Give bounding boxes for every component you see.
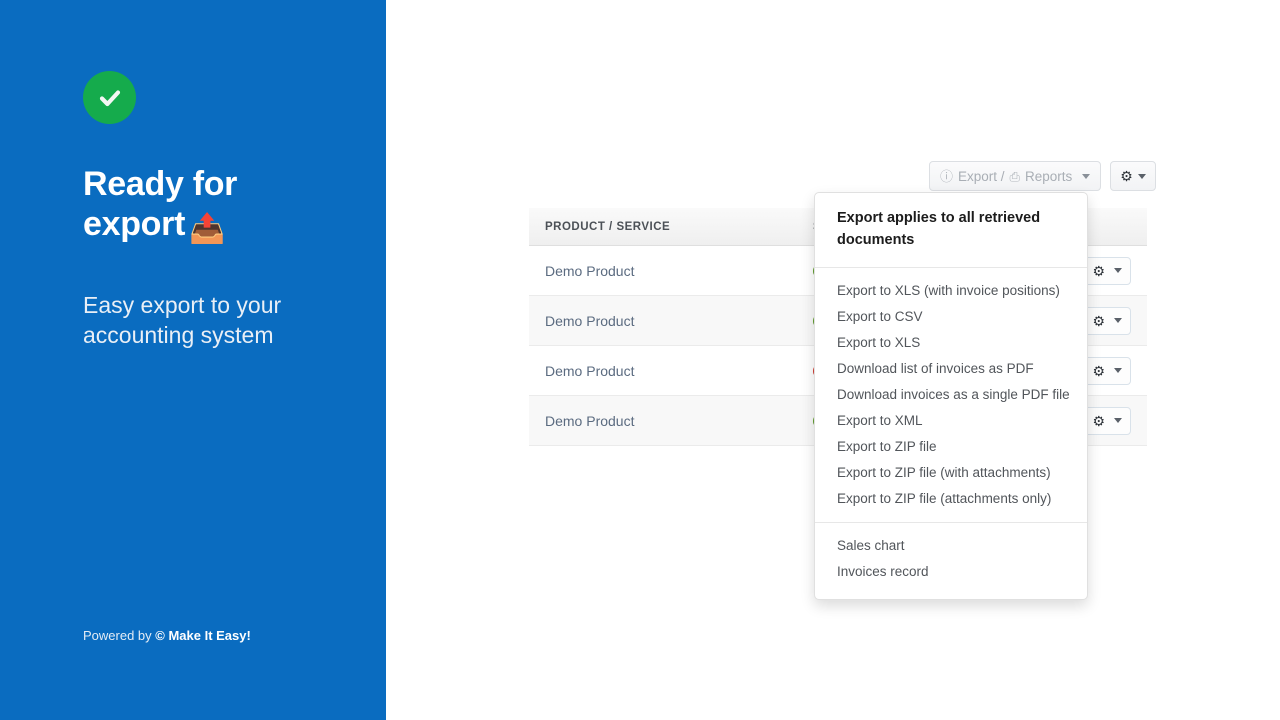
cell-actions: ⚙: [1083, 407, 1131, 435]
outbox-tray-icon: 📤: [189, 213, 225, 245]
chevron-down-icon: [1138, 174, 1146, 179]
dropdown-report-items: Sales chart Invoices record: [815, 523, 1087, 599]
cell-actions: ⚙: [1083, 257, 1131, 285]
export-label: Export /: [958, 169, 1005, 184]
menu-item-download-single-pdf[interactable]: Download invoices as a single PDF file: [815, 382, 1087, 408]
menu-item-export-zip-attachments-only[interactable]: Export to ZIP file (attachments only): [815, 486, 1087, 512]
menu-item-download-list-pdf[interactable]: Download list of invoices as PDF: [815, 356, 1087, 382]
dropdown-title: Export applies to all retrieved document…: [815, 207, 1087, 267]
cell-actions: ⚙: [1083, 307, 1131, 335]
gear-icon: ⚙: [1120, 169, 1133, 183]
gear-icon: ⚙: [1092, 314, 1105, 328]
chevron-down-icon: [1082, 174, 1090, 179]
row-gear-button[interactable]: ⚙: [1083, 307, 1131, 335]
headline-line-2: export: [83, 205, 185, 243]
chevron-down-icon: [1114, 318, 1122, 323]
row-gear-button[interactable]: ⚙: [1083, 357, 1131, 385]
cell-product: Demo Product: [545, 263, 813, 279]
page-title: Ready for export📤: [83, 164, 358, 249]
powered-by-prefix: Powered by: [83, 628, 155, 643]
toolbar: ⓘ Export / ⎙ Reports ⚙: [929, 161, 1156, 191]
gear-icon: ⚙: [1092, 364, 1105, 378]
page-root: Ready for export📤 Easy export to your ac…: [0, 0, 1280, 720]
chevron-down-icon: [1114, 368, 1122, 373]
cell-product: Demo Product: [545, 313, 813, 329]
menu-item-export-zip[interactable]: Export to ZIP file: [815, 434, 1087, 460]
settings-gear-button[interactable]: ⚙: [1110, 161, 1156, 191]
cell-product: Demo Product: [545, 363, 813, 379]
cell-actions: ⚙: [1083, 357, 1131, 385]
gear-icon: ⚙: [1092, 264, 1105, 278]
powered-by: Powered by © Make It Easy!: [83, 628, 251, 643]
menu-item-export-zip-with-attachments[interactable]: Export to ZIP file (with attachments): [815, 460, 1087, 486]
menu-item-invoices-record[interactable]: Invoices record: [815, 559, 1087, 585]
download-circle-icon: ⓘ: [940, 170, 953, 183]
gear-icon: ⚙: [1092, 414, 1105, 428]
column-header-product: PRODUCT / SERVICE: [545, 221, 813, 233]
row-gear-button[interactable]: ⚙: [1083, 257, 1131, 285]
cell-product: Demo Product: [545, 413, 813, 429]
menu-item-export-xls-positions[interactable]: Export to XLS (with invoice positions): [815, 278, 1087, 304]
printer-icon: ⎙: [1010, 170, 1020, 183]
menu-item-sales-chart[interactable]: Sales chart: [815, 533, 1087, 559]
dropdown-items: Export to XLS (with invoice positions) E…: [815, 268, 1087, 522]
export-dropdown-menu: Export applies to all retrieved document…: [814, 192, 1088, 600]
page-subtitle: Easy export to your accounting system: [83, 290, 343, 350]
headline-line-1: Ready for: [83, 165, 237, 203]
menu-item-export-csv[interactable]: Export to CSV: [815, 304, 1087, 330]
check-circle-icon: [83, 71, 136, 124]
reports-label: Reports: [1025, 169, 1072, 184]
menu-item-export-xml[interactable]: Export to XML: [815, 408, 1087, 434]
menu-item-export-xls[interactable]: Export to XLS: [815, 330, 1087, 356]
powered-by-brand: © Make It Easy!: [155, 628, 251, 643]
chevron-down-icon: [1114, 418, 1122, 423]
chevron-down-icon: [1114, 268, 1122, 273]
sidebar: Ready for export📤 Easy export to your ac…: [0, 0, 386, 720]
export-reports-button[interactable]: ⓘ Export / ⎙ Reports: [929, 161, 1101, 191]
row-gear-button[interactable]: ⚙: [1083, 407, 1131, 435]
